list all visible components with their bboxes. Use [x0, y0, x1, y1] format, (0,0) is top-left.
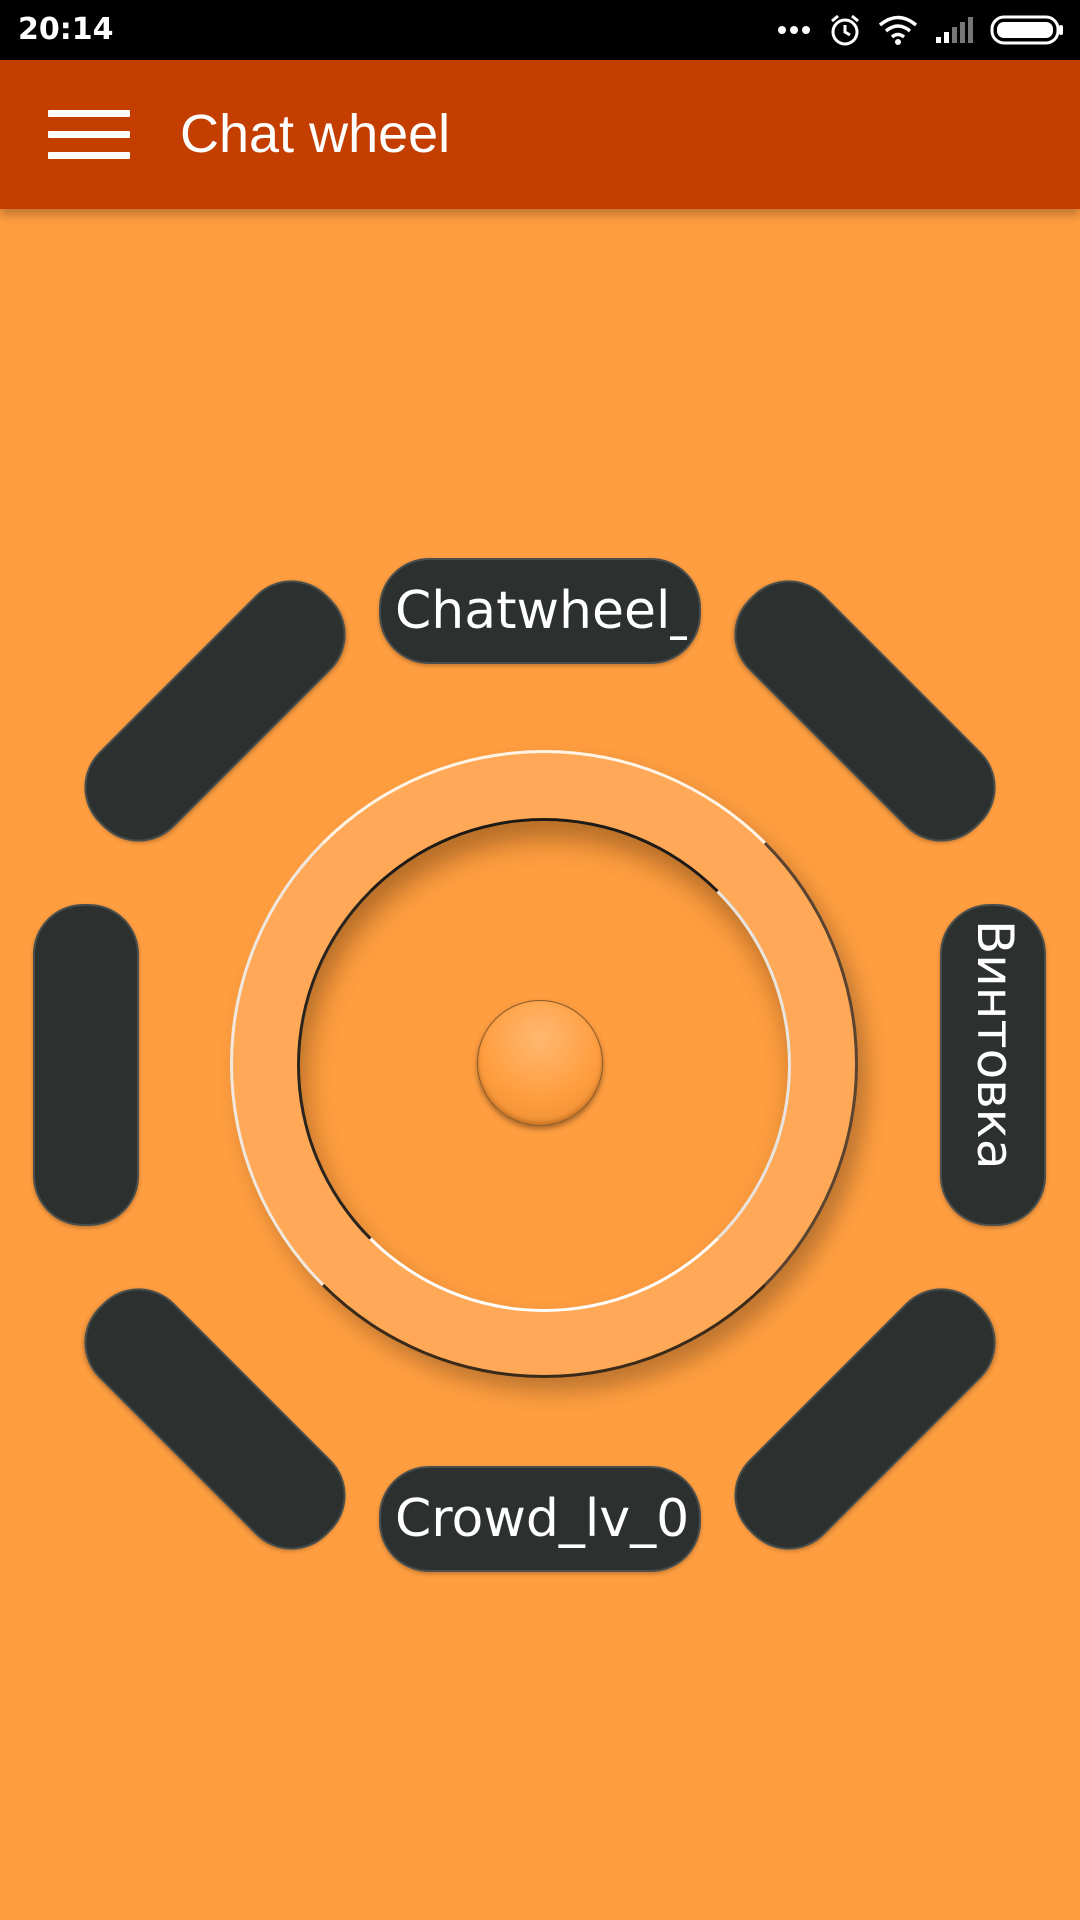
wheel-slot-left[interactable]: [33, 904, 139, 1226]
wheel-slot-top[interactable]: Chatwheel_a: [379, 558, 701, 664]
wheel-slot-top-right[interactable]: [713, 559, 1017, 863]
app-bar: Chat wheel: [0, 60, 1080, 209]
wheel-slot-bottom[interactable]: Crowd_lv_02: [379, 1466, 701, 1572]
wheel-slot-right-label: Винтовка: [966, 920, 1024, 1170]
wheel-slot-left-label: [35, 906, 137, 1224]
wheel-slot-bottom-right-label: [726, 1279, 1005, 1558]
wheel-slot-bottom-right[interactable]: [713, 1267, 1017, 1571]
wheel-slot-bottom-left[interactable]: [63, 1267, 367, 1571]
wheel-slot-top-label: Chatwheel_a: [395, 581, 687, 641]
wheel-center-knob[interactable]: [477, 1000, 603, 1126]
page-title: Chat wheel: [180, 104, 451, 164]
hamburger-menu-icon[interactable]: [48, 104, 132, 164]
wheel-slot-bottom-left-label: [76, 1280, 355, 1559]
wheel-slot-top-left[interactable]: [63, 559, 367, 863]
wheel-slot-right[interactable]: Винтовка: [940, 904, 1046, 1226]
wheel-slot-top-right-label: [726, 572, 1005, 851]
wheel-slot-bottom-label: Crowd_lv_02: [395, 1489, 687, 1549]
wheel-slot-top-left-label: [76, 571, 355, 850]
chat-wheel: Chatwheel_a Винтовка Crowd_lv_02: [0, 0, 1080, 1920]
